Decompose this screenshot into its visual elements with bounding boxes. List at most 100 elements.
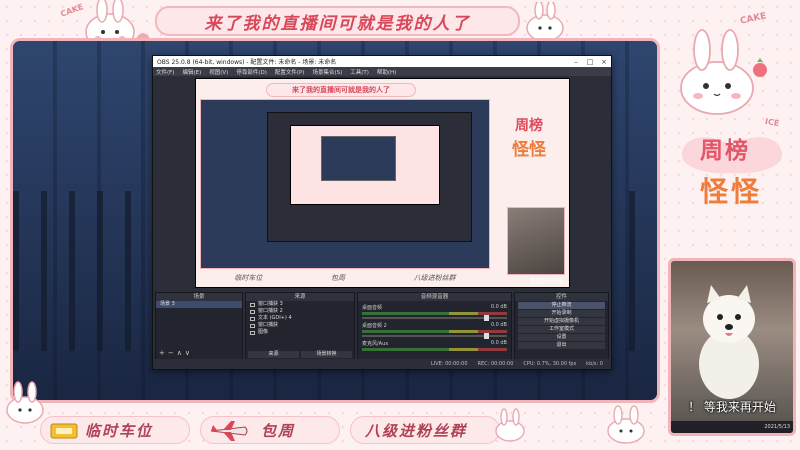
temp-parking-label: 临时车位 [85, 421, 154, 440]
source-item[interactable]: 窗口捕获 [246, 322, 354, 329]
obs-preview-canvas[interactable]: 来了我的直播间可就是我的人了 周榜 怪怪 等我来再开始 临时车位 包周 八级进粉… [195, 78, 570, 288]
minimize-icon[interactable]: – [569, 58, 583, 66]
scene-item[interactable]: 场景 3 [156, 301, 242, 308]
fan-group-label: 八级进粉丝群 [365, 421, 468, 440]
stop-streaming-button[interactable]: 停止推流 [518, 302, 605, 309]
preview-bottom-fans: 八级进粉丝群 [413, 274, 456, 282]
track-name: 桌面音频 [362, 305, 383, 311]
preview-scene-frame [200, 99, 490, 269]
sources-tab[interactable]: 来源 [248, 351, 299, 358]
source-item-label: 窗口捕获 2 [258, 308, 283, 314]
volume-slider[interactable] [362, 315, 507, 321]
weekly-package-badge: 包周 [200, 416, 340, 444]
sources-tabs: 来源 场景转换 [248, 351, 352, 358]
dog-camera-feed: ！ 等我来再开始 2021/5/13 [668, 258, 796, 436]
status-cpu: CPU: 0.7%, 30.00 fps [523, 361, 577, 367]
bunny-decoration-icon [680, 29, 767, 115]
track-db: 0.0 dB [490, 340, 507, 346]
source-item[interactable]: 图像 [246, 329, 354, 336]
nested-preview [290, 125, 440, 205]
source-item-label: 窗口捕获 3 [258, 301, 283, 307]
menu-view[interactable]: 视图(V) [209, 68, 228, 76]
bottom-info-bar: 临时车位 包周 八级进粉丝群 [30, 410, 660, 448]
track-name: 桌面音频 2 [362, 323, 387, 329]
status-rec: REC: 00:00:00 [477, 361, 514, 367]
preview-bottom-bar: 临时车位 包周 八级进粉丝群 [200, 270, 490, 286]
obs-status-bar: LIVE: 00:00:00 REC: 00:00:00 CPU: 0.7%, … [153, 359, 611, 369]
track-db: 0.0 dB [490, 304, 507, 310]
menu-file[interactable]: 文件(F) [156, 68, 174, 76]
volume-slider[interactable] [362, 333, 507, 339]
mixer-track: 桌面音频 2 0.0 dB [362, 322, 507, 339]
controls-dock: 控件 停止推流 开始录制 开始虚拟摄像机 工作室模式 设置 退出 [514, 292, 609, 360]
window-capture-icon [250, 323, 255, 328]
start-virtual-camera-button[interactable]: 开始虚拟摄像机 [518, 318, 605, 325]
obs-window-title: OBS 25.0.8 (64-bit, windows) - 配置文件: 未命名… [157, 59, 337, 66]
obs-titlebar[interactable]: OBS 25.0.8 (64-bit, windows) - 配置文件: 未命名… [153, 56, 611, 67]
source-item[interactable]: 文本 (GDI+) 4 [246, 315, 354, 322]
source-item-label: 窗口捕获 [258, 322, 279, 328]
scenes-dock: 场景 场景 3 +−∧∨ [155, 292, 243, 360]
controls-dock-title: 控件 [515, 293, 608, 301]
maximize-icon[interactable]: □ [583, 58, 597, 66]
transitions-tab[interactable]: 场景转换 [301, 351, 352, 358]
source-item[interactable]: 窗口捕获 3 [246, 301, 354, 308]
mixer-track: 麦克风/Aux 0.0 dB [362, 340, 507, 351]
source-item-label: 图像 [258, 329, 269, 335]
preview-dog-cam [507, 207, 565, 275]
taskbar-clock: 2021/5/13 [671, 421, 793, 433]
obs-window[interactable]: OBS 25.0.8 (64-bit, windows) - 配置文件: 未命名… [152, 55, 612, 370]
bunny-decoration-icon [607, 405, 645, 444]
settings-button[interactable]: 设置 [518, 334, 605, 341]
weekly-rank-label: 周榜 [700, 137, 750, 164]
image-icon [250, 330, 255, 335]
sources-dock-title: 来源 [246, 293, 354, 301]
scenes-toolbar: +−∧∨ [159, 349, 193, 357]
window-capture-icon [250, 302, 255, 307]
ticket-icon [50, 423, 78, 439]
menu-profile[interactable]: 配置文件(P) [275, 68, 305, 76]
status-live: LIVE: 00:00:00 [430, 361, 468, 367]
obs-docks: 场景 场景 3 +−∧∨ 来源 窗口捕获 3 窗口捕获 2 文本 (GDI+) … [153, 292, 611, 360]
track-name: 麦克风/Aux [362, 341, 389, 347]
add-scene-icon[interactable]: + [159, 349, 168, 357]
sources-dock: 来源 窗口捕获 3 窗口捕获 2 文本 (GDI+) 4 窗口捕获 图像 来源 … [245, 292, 355, 360]
menu-help[interactable]: 帮助(H) [377, 68, 396, 76]
remove-scene-icon[interactable]: − [168, 349, 177, 357]
menu-tools[interactable]: 工具(T) [350, 68, 369, 76]
text-icon [250, 316, 255, 321]
source-item-label: 文本 (GDI+) 4 [258, 315, 292, 321]
airplane-icon [210, 421, 248, 441]
title-banner: 来了我的直播间可就是我的人了 [155, 6, 520, 36]
nested-obs-window [267, 112, 472, 242]
source-item[interactable]: 窗口捕获 2 [246, 308, 354, 315]
stream-title: 来了我的直播间可就是我的人了 [204, 13, 471, 34]
preview-bottom-week: 包周 [330, 274, 345, 282]
preview-bottom-car: 临时车位 [234, 274, 263, 282]
temp-parking-badge: 临时车位 [40, 416, 190, 444]
mixer-dock-title: 音频混音器 [358, 293, 511, 301]
preview-weekly-name: 怪怪 [512, 140, 546, 160]
move-down-icon[interactable]: ∨ [185, 349, 193, 357]
cam-caption: ！ 等我来再开始 [688, 400, 776, 414]
window-capture-icon [250, 309, 255, 314]
menu-docks[interactable]: 停靠部件(D) [236, 68, 267, 76]
obs-menubar: 文件(F) 编辑(E) 视图(V) 停靠部件(D) 配置文件(P) 场景集合(S… [153, 67, 611, 76]
scenes-dock-title: 场景 [156, 293, 242, 301]
dog-icon [699, 285, 759, 399]
track-db: 0.0 dB [490, 322, 507, 328]
volume-meter [362, 348, 507, 351]
exit-button[interactable]: 退出 [518, 342, 605, 349]
menu-edit[interactable]: 编辑(E) [182, 68, 201, 76]
weekly-rank-name: 怪怪 [700, 175, 763, 208]
studio-mode-button[interactable]: 工作室模式 [518, 326, 605, 333]
menu-scene-collection[interactable]: 场景集合(S) [312, 68, 342, 76]
start-recording-button[interactable]: 开始录制 [518, 310, 605, 317]
nested-preview-inner [321, 136, 396, 181]
mixer-track: 桌面音频 0.0 dB [362, 304, 507, 321]
status-bitrate: kb/s: 0 [586, 361, 603, 367]
close-icon[interactable]: × [597, 58, 611, 66]
move-up-icon[interactable]: ∧ [177, 349, 185, 357]
preview-weekly-label: 周榜 [515, 118, 543, 134]
bunny-decoration-icon [495, 408, 525, 442]
